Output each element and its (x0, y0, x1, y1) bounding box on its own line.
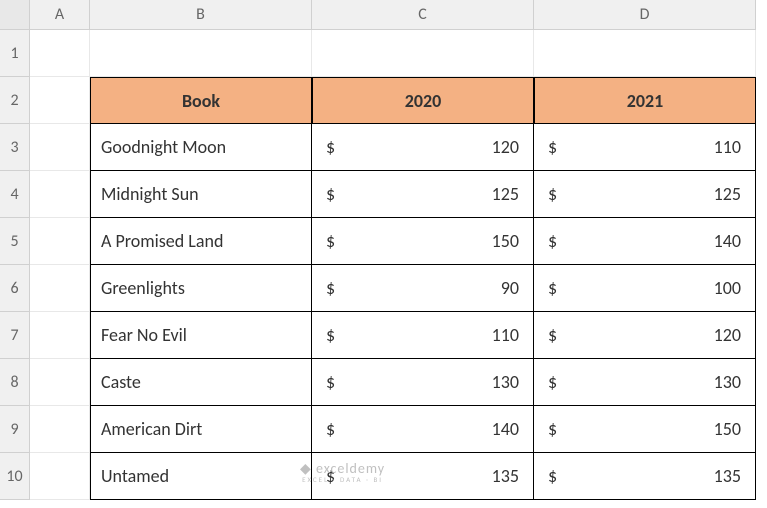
table-row[interactable]: Caste (90, 359, 312, 406)
table-header-book[interactable]: Book (90, 77, 312, 124)
cell-D1[interactable] (534, 30, 756, 77)
value: 150 (492, 230, 519, 252)
currency-symbol: $ (548, 136, 557, 158)
row-header-2[interactable]: 2 (0, 77, 30, 124)
table-row[interactable]: $135 (534, 453, 756, 500)
col-header-B[interactable]: B (90, 0, 312, 30)
table-row[interactable]: Untamed (90, 453, 312, 500)
table-row[interactable]: Midnight Sun (90, 171, 312, 218)
col-header-D[interactable]: D (534, 0, 756, 30)
col-header-C[interactable]: C (312, 0, 534, 30)
cell-A2[interactable] (30, 77, 90, 124)
currency-symbol: $ (326, 277, 335, 299)
row-header-1[interactable]: 1 (0, 30, 30, 77)
cell-A7[interactable] (30, 312, 90, 359)
table-row[interactable]: $100 (534, 265, 756, 312)
select-all-corner[interactable] (0, 0, 30, 30)
value: 120 (492, 136, 519, 158)
table-row[interactable]: $110 (534, 124, 756, 171)
value: 130 (714, 371, 741, 393)
row-header-7[interactable]: 7 (0, 312, 30, 359)
currency-symbol: $ (548, 324, 557, 346)
value: 150 (714, 418, 741, 440)
table-row[interactable]: $120 (534, 312, 756, 359)
value: 130 (492, 371, 519, 393)
row-header-9[interactable]: 9 (0, 406, 30, 453)
table-row[interactable]: A Promised Land (90, 218, 312, 265)
value: 125 (492, 183, 519, 205)
value: 90 (501, 277, 519, 299)
value: 110 (492, 324, 519, 346)
value: 135 (714, 465, 741, 487)
table-row[interactable]: $130 (534, 359, 756, 406)
spreadsheet-grid[interactable]: A B C D 1 2 Book 2020 2021 3 Goodnight M… (0, 0, 767, 500)
currency-symbol: $ (548, 183, 557, 205)
row-header-8[interactable]: 8 (0, 359, 30, 406)
table-row[interactable]: $140 (534, 218, 756, 265)
currency-symbol: $ (548, 371, 557, 393)
currency-symbol: $ (326, 418, 335, 440)
cell-A8[interactable] (30, 359, 90, 406)
currency-symbol: $ (548, 230, 557, 252)
currency-symbol: $ (326, 230, 335, 252)
col-header-A[interactable]: A (30, 0, 90, 30)
currency-symbol: $ (326, 136, 335, 158)
table-row[interactable]: $110 (312, 312, 534, 359)
table-row[interactable]: $150 (534, 406, 756, 453)
currency-symbol: $ (326, 324, 335, 346)
value: 140 (714, 230, 741, 252)
table-header-2021[interactable]: 2021 (534, 77, 756, 124)
table-row[interactable]: Fear No Evil (90, 312, 312, 359)
value: 125 (714, 183, 741, 205)
cell-A9[interactable] (30, 406, 90, 453)
value: 140 (492, 418, 519, 440)
currency-symbol: $ (548, 465, 557, 487)
table-row[interactable]: American Dirt (90, 406, 312, 453)
cell-A3[interactable] (30, 124, 90, 171)
table-row[interactable]: $140 (312, 406, 534, 453)
value: 120 (714, 324, 741, 346)
value: 110 (714, 136, 741, 158)
cell-A5[interactable] (30, 218, 90, 265)
row-header-5[interactable]: 5 (0, 218, 30, 265)
cell-A10[interactable] (30, 453, 90, 500)
row-header-4[interactable]: 4 (0, 171, 30, 218)
table-row[interactable]: $90 (312, 265, 534, 312)
table-row[interactable]: $125 (312, 171, 534, 218)
cell-B1[interactable] (90, 30, 312, 77)
value: 135 (492, 465, 519, 487)
table-row[interactable]: $125 (534, 171, 756, 218)
cell-A6[interactable] (30, 265, 90, 312)
cell-C1[interactable] (312, 30, 534, 77)
table-row[interactable]: $130 (312, 359, 534, 406)
table-row[interactable]: Goodnight Moon (90, 124, 312, 171)
row-header-6[interactable]: 6 (0, 265, 30, 312)
currency-symbol: $ (326, 371, 335, 393)
row-header-3[interactable]: 3 (0, 124, 30, 171)
cell-A4[interactable] (30, 171, 90, 218)
table-row[interactable]: $120 (312, 124, 534, 171)
cell-A1[interactable] (30, 30, 90, 77)
table-row[interactable]: $135 (312, 453, 534, 500)
table-row[interactable]: $150 (312, 218, 534, 265)
currency-symbol: $ (548, 418, 557, 440)
table-row[interactable]: Greenlights (90, 265, 312, 312)
row-header-10[interactable]: 10 (0, 453, 30, 500)
currency-symbol: $ (326, 183, 335, 205)
value: 100 (714, 277, 741, 299)
currency-symbol: $ (548, 277, 557, 299)
table-header-2020[interactable]: 2020 (312, 77, 534, 124)
currency-symbol: $ (326, 465, 335, 487)
